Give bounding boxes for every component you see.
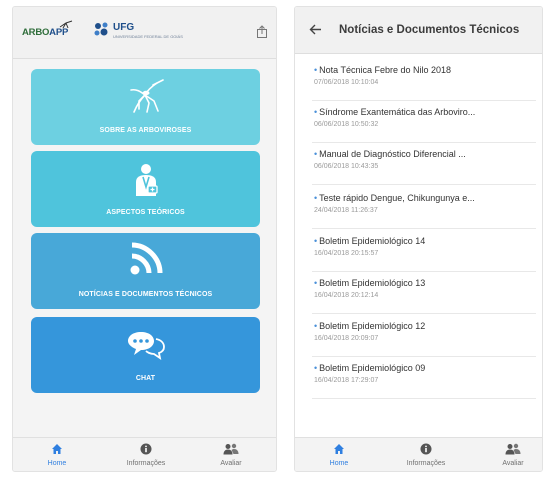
nav-avaliar[interactable]: Avaliar	[483, 438, 542, 471]
news-item-title-text: Síndrome Exantemática das Arboviro...	[319, 107, 476, 117]
news-screen: Notícias e Documentos Técnicos • Nota Téc…	[294, 6, 543, 472]
mosquito-icon	[129, 79, 164, 113]
nav-informacoes[interactable]: Informações	[396, 438, 456, 471]
news-item-title: • Teste rápido Dengue, Chikungunya e...	[314, 193, 475, 203]
noticias-documentos-label: NOTÍCIAS E DOCUMENTOS TÉCNICOS	[78, 291, 213, 298]
bullet-icon: •	[314, 107, 318, 117]
news-item-title: • Boletim Epidemiológico 14	[314, 236, 425, 246]
aspectos-teoricos-label: ASPECTOS TEÓRICOS	[106, 209, 185, 216]
news-list-item[interactable]: • Boletim Epidemiológico 14 16/04/2018 20…	[312, 230, 536, 272]
news-item-title-text: Manual de Diagnóstico Diferencial ...	[319, 149, 466, 159]
news-header: Notícias e Documentos Técnicos	[295, 7, 542, 54]
news-item-title: • Boletim Epidemiológico 12	[314, 321, 425, 331]
rss-icon	[130, 242, 162, 275]
home-icon	[334, 444, 344, 454]
news-item-title-text: Boletim Epidemiológico 14	[319, 236, 426, 246]
news-item-title: • Boletim Epidemiológico 09	[314, 363, 425, 373]
nav-avaliar-label: Avaliar	[220, 460, 242, 467]
nav-home-label: Home	[47, 460, 67, 467]
news-list-item[interactable]: • Nota Técnica Febre do Nilo 2018 07/06/2…	[312, 59, 536, 101]
news-item-title: • Boletim Epidemiológico 13	[314, 278, 425, 288]
nav-home-label: Home	[329, 460, 349, 467]
bullet-icon: •	[314, 236, 318, 246]
noticias-documentos-button[interactable]: NOTÍCIAS E DOCUMENTOS TÉCNICOS	[31, 233, 260, 309]
news-list-item[interactable]: • Boletim Epidemiológico 09 16/04/2018 17…	[312, 357, 536, 399]
nav-home[interactable]: Home	[309, 438, 369, 471]
news-item-title-text: Teste rápido Dengue, Chikungunya e...	[319, 193, 475, 203]
chat-button[interactable]: CHAT	[31, 317, 260, 393]
info-icon	[420, 443, 432, 455]
news-item-date: 16/04/2018 17:29:07	[314, 377, 379, 384]
page-title: Notícias e Documentos Técnicos	[339, 24, 520, 36]
nav-avaliar[interactable]: Avaliar	[201, 438, 261, 471]
news-item-title-text: Nota Técnica Febre do Nilo 2018	[319, 65, 452, 75]
news-list-item[interactable]: • Boletim Epidemiológico 12 16/04/2018 20…	[312, 315, 536, 357]
logo-mosquito-icon	[59, 20, 73, 29]
ufg-logo-icon	[94, 22, 108, 36]
share-icon[interactable]	[256, 25, 268, 38]
nav-informacoes-label: Informações	[406, 460, 446, 467]
nav-informacoes-label: Informações	[126, 460, 166, 467]
chat-label: CHAT	[135, 375, 156, 382]
chat-icon	[127, 332, 165, 360]
news-item-title-text: Boletim Epidemiológico 12	[319, 321, 426, 331]
news-list-item[interactable]: • Manual de Diagnóstico Diferencial ... 0…	[312, 143, 536, 185]
news-item-title-text: Boletim Epidemiológico 13	[319, 278, 426, 288]
bottom-nav: Home Informações Avaliar	[295, 437, 542, 471]
news-item-date: 16/04/2018 20:09:07	[314, 335, 379, 342]
rate-users-icon	[223, 443, 239, 455]
news-item-title: • Manual de Diagnóstico Diferencial ...	[314, 149, 466, 159]
news-item-title: • Nota Técnica Febre do Nilo 2018	[314, 65, 451, 75]
home-icon	[52, 444, 62, 454]
nav-informacoes[interactable]: Informações	[116, 438, 176, 471]
sobre-arboviroses-label: SOBRE AS ARBOVIROSES	[99, 127, 192, 134]
bullet-icon: •	[314, 193, 318, 203]
ufg-logo-subtext: UNIVERSIDADE FEDERAL DE GOIÁS	[113, 34, 183, 39]
home-screen: ARBOAPP UFG UNIVERSIDADE FEDERAL DE GOIÁ…	[12, 6, 277, 472]
home-header: ARBOAPP UFG UNIVERSIDADE FEDERAL DE GOIÁ…	[13, 7, 276, 59]
bullet-icon: •	[314, 321, 318, 331]
news-item-title: • Síndrome Exantemática das Arboviro...	[314, 107, 475, 117]
bullet-icon: •	[314, 278, 318, 288]
rate-users-icon	[505, 443, 521, 455]
bullet-icon: •	[314, 65, 318, 75]
back-arrow-icon[interactable]	[309, 24, 322, 35]
news-item-date: 06/06/2018 10:43:35	[314, 163, 379, 170]
aspectos-teoricos-button[interactable]: ASPECTOS TEÓRICOS	[31, 151, 260, 227]
bullet-icon: •	[314, 149, 318, 159]
news-list-item[interactable]: • Síndrome Exantemática das Arboviro... 0…	[312, 101, 536, 143]
bottom-nav: Home Informações Avaliar	[13, 437, 276, 471]
sobre-arboviroses-button[interactable]: SOBRE AS ARBOVIROSES	[31, 69, 260, 145]
news-item-date: 16/04/2018 20:12:14	[314, 292, 379, 299]
news-list-item[interactable]: • Boletim Epidemiológico 13 16/04/2018 20…	[312, 272, 536, 314]
news-item-date: 24/04/2018 11:26:37	[314, 207, 378, 214]
news-item-date: 07/06/2018 10:10:04	[314, 79, 379, 86]
news-item-date: 16/04/2018 20:15:57	[314, 250, 379, 257]
ufg-logo-text: UFG	[113, 22, 135, 33]
bullet-icon: •	[314, 363, 318, 373]
logo-arbo-text: ARBO	[22, 27, 50, 38]
doctor-icon	[135, 164, 158, 196]
news-item-date: 06/06/2018 10:50:32	[314, 121, 379, 128]
nav-avaliar-label: Avaliar	[502, 460, 524, 467]
info-icon	[140, 443, 152, 455]
news-list-item[interactable]: • Teste rápido Dengue, Chikungunya e... 2…	[312, 187, 536, 229]
news-item-title-text: Boletim Epidemiológico 09	[319, 363, 426, 373]
nav-home[interactable]: Home	[27, 438, 87, 471]
